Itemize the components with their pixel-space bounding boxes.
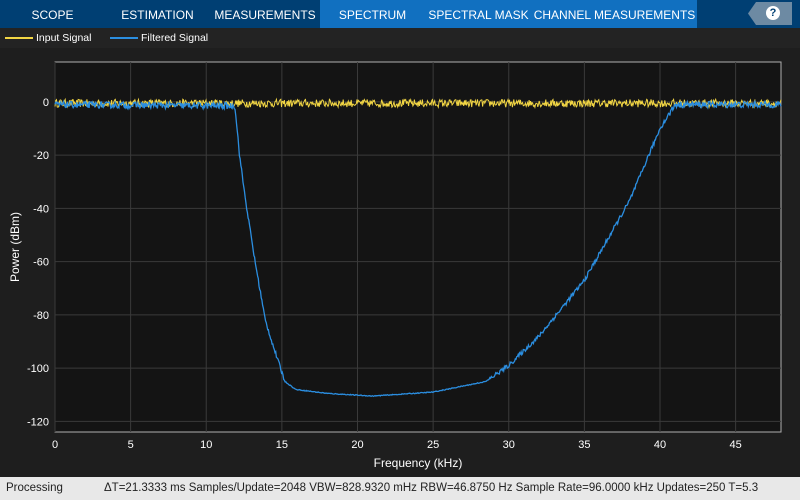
legend: Input Signal Filtered Signal	[0, 28, 800, 48]
x-tick-label: 45	[730, 439, 742, 451]
status-state: Processing	[6, 482, 63, 494]
legend-item-filtered-signal[interactable]: Filtered Signal	[110, 32, 208, 44]
y-tick-label: -80	[33, 310, 49, 322]
legend-item-input-signal[interactable]: Input Signal	[5, 32, 91, 44]
x-tick-label: 30	[503, 439, 515, 451]
x-tick-label: 40	[654, 439, 666, 451]
x-axis-label: Frequency (kHz)	[374, 456, 463, 470]
x-tick-label: 0	[52, 439, 58, 451]
x-tick-label: 15	[276, 439, 288, 451]
help-icon: ?	[766, 6, 780, 20]
status-bar: Processing ΔT=21.3333 ms Samples/Update=…	[0, 477, 800, 500]
legend-swatch	[110, 37, 138, 39]
y-tick-label: -20	[33, 150, 49, 162]
plot-area	[54, 61, 782, 433]
x-tick-label: 25	[427, 439, 439, 451]
x-tick-label: 35	[578, 439, 590, 451]
legend-swatch	[5, 37, 33, 39]
tab-measurements[interactable]: MEASUREMENTS	[210, 0, 320, 28]
y-tick-label: 0	[43, 97, 49, 109]
help-button[interactable]: ?	[748, 2, 792, 25]
legend-label: Filtered Signal	[141, 32, 209, 44]
status-info: ΔT=21.3333 ms Samples/Update=2048 VBW=82…	[104, 482, 759, 494]
spectrum-plot: 0 5 10 15 20 25 30 35 40 45 0 -20 -40 -60 -80 -100 -120 F…	[8, 61, 782, 470]
y-tick-label: -120	[27, 416, 49, 428]
y-tick-label: -100	[27, 363, 49, 375]
tab-channel-measurements[interactable]: CHANNEL MEASUREMENTS	[532, 0, 697, 28]
y-tick-label: -40	[33, 203, 49, 215]
tab-scope[interactable]: SCOPE	[0, 0, 105, 28]
legend-label: Input Signal	[36, 32, 92, 44]
x-tick-label: 5	[128, 439, 134, 451]
tab-spectrum[interactable]: SPECTRUM	[320, 0, 425, 28]
x-tick-label: 20	[351, 439, 363, 451]
y-axis-label: Power (dBm)	[8, 212, 22, 282]
series-line-filtered-signal	[54, 99, 782, 398]
series-line-input-signal	[54, 97, 782, 110]
toolstrip-tabs: SCOPE ESTIMATION MEASUREMENTS SPECTRUM SPECT…	[0, 0, 800, 28]
tab-estimation[interactable]: ESTIMATION	[105, 0, 210, 28]
y-tick-label: -60	[33, 257, 49, 269]
tab-spectral-mask[interactable]: SPECTRAL MASK	[425, 0, 532, 28]
x-tick-label: 10	[200, 439, 212, 451]
